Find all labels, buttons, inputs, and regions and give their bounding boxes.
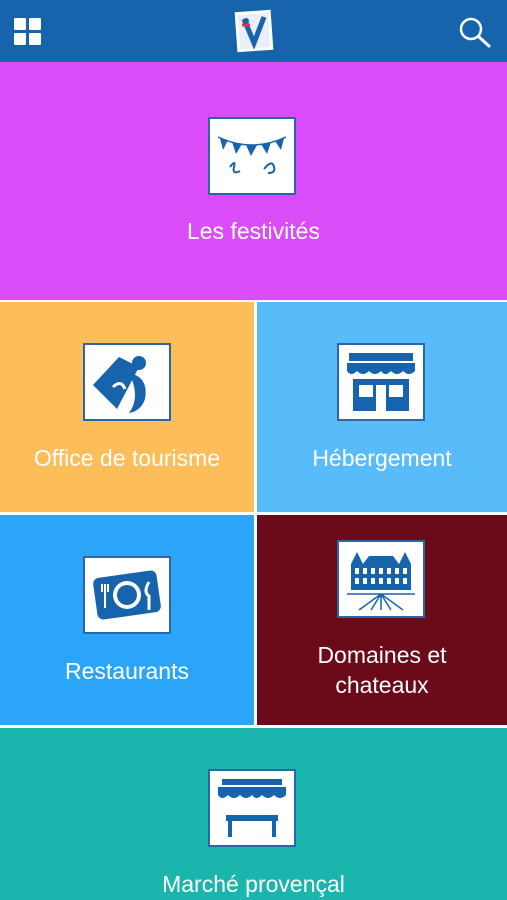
tourism-office-icon [83, 343, 171, 421]
chateau-icon [337, 540, 425, 618]
tile-label: Marché provençal [162, 871, 345, 897]
tile-label: Restaurants [64, 658, 189, 684]
storefront-icon [337, 343, 425, 421]
top-bar [0, 0, 507, 62]
tile-office-de-tourisme[interactable]: Office de tourisme [0, 302, 254, 512]
city-logo-icon[interactable] [234, 9, 274, 53]
tile-domaines-et-chateaux[interactable]: Domaines et chateaux [257, 515, 507, 725]
tile-label: Hébergement [312, 445, 452, 471]
tile-label: Les festivités [187, 218, 320, 244]
grid-icon[interactable] [14, 18, 42, 46]
plate-cutlery-icon [83, 556, 171, 634]
tile-label: Office de tourisme [33, 445, 221, 471]
tile-marche-provencal[interactable]: Marché provençal [0, 728, 507, 900]
tile-label-line1: Domaines et [317, 642, 447, 668]
bunting-icon [208, 117, 296, 195]
tile-hebergement[interactable]: Hébergement [257, 302, 507, 512]
tile-festivites[interactable]: Les festivités [0, 62, 507, 300]
market-stall-icon [208, 769, 296, 847]
tile-label-line2: chateaux [335, 672, 429, 698]
search-icon[interactable] [458, 16, 492, 48]
tile-restaurants[interactable]: Restaurants [0, 515, 254, 725]
